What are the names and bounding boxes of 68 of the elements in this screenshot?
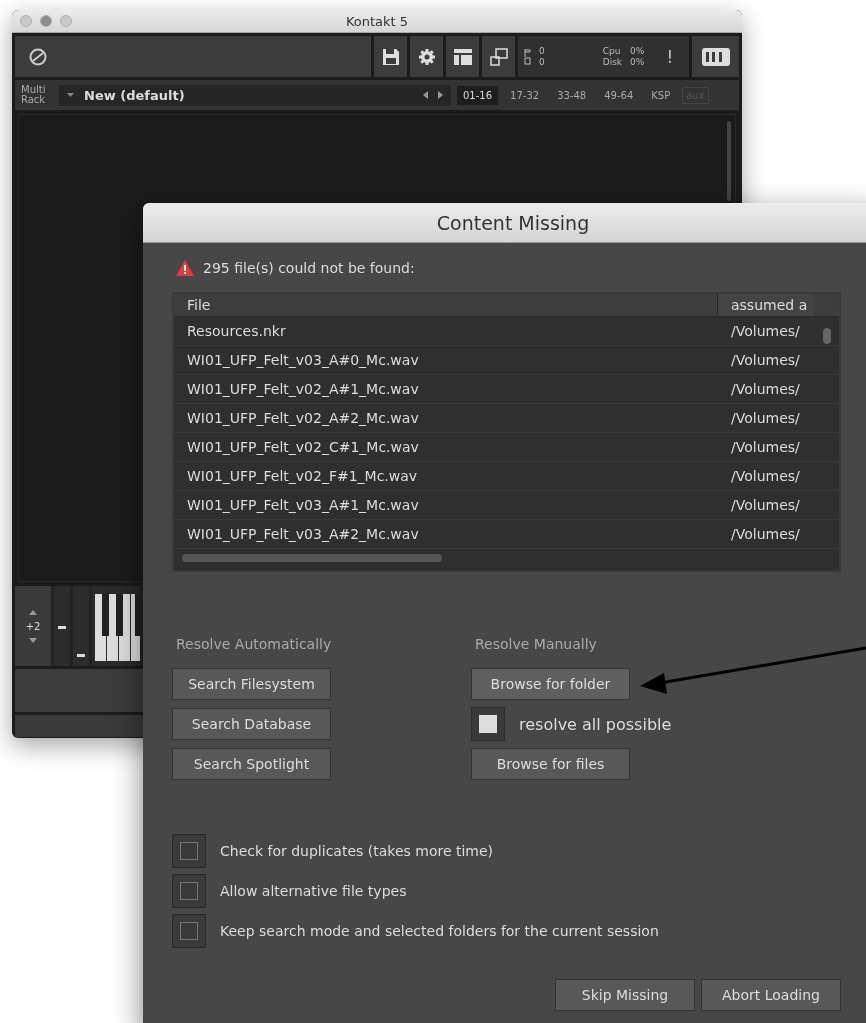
- column-header[interactable]: assumed a: [718, 294, 814, 316]
- window-button[interactable]: [40, 15, 52, 27]
- search-button[interactable]: Search Spotlight: [172, 748, 331, 780]
- section-heading: Resolve Manually: [475, 636, 598, 652]
- section-heading: Resolve Automatically: [176, 636, 333, 652]
- save-icon[interactable]: [381, 47, 400, 66]
- alert-indicator[interactable]: !: [666, 46, 674, 67]
- browse-folder-button[interactable]: Browse for folder: [471, 668, 630, 700]
- rack-tab[interactable]: 01-16: [457, 85, 499, 105]
- table-cell-text: WI01_UFP_Felt_v03_A#2_Mc.wav: [186, 525, 420, 544]
- table-cell-text: /Volumes/: [730, 467, 801, 486]
- checkbox[interactable]: [172, 834, 206, 868]
- scrollbar-thumb[interactable]: [182, 554, 442, 562]
- table-cell-text: /Volumes/: [730, 438, 801, 457]
- table-cell-text: WI01_UFP_Felt_v02_F#1_Mc.wav: [186, 467, 419, 486]
- dialog-button[interactable]: Skip Missing: [555, 979, 695, 1011]
- rack-tab[interactable]: 17-32: [504, 85, 546, 105]
- layout-icon[interactable]: [453, 48, 472, 65]
- table-cell-text: WI01_UFP_Felt_v02_A#1_Mc.wav: [186, 380, 420, 399]
- checkbox-label: Allow alternative file types: [220, 883, 407, 899]
- checkbox-label: Check for duplicates (takes more time): [220, 843, 494, 859]
- table-cell-text: WI01_UFP_Felt_v02_C#1_Mc.wav: [186, 438, 420, 457]
- scrollbar-thumb[interactable]: [823, 328, 831, 344]
- caret-icon: [67, 93, 74, 97]
- table-cell-text: WI01_UFP_Felt_v02_A#2_Mc.wav: [186, 409, 420, 428]
- search-button[interactable]: Search Filesystem: [172, 668, 331, 700]
- search-button[interactable]: Search Database: [172, 708, 331, 740]
- settings-icon[interactable]: [417, 47, 436, 66]
- rack-tab[interactable]: 33-48: [551, 85, 593, 105]
- rack-tab[interactable]: KSP: [645, 85, 677, 105]
- browse-files-button[interactable]: Browse for files: [471, 748, 630, 780]
- rack-tab[interactable]: 49-64: [598, 85, 640, 105]
- cpu-label: Cpu: [602, 45, 622, 57]
- warning-icon: [176, 260, 194, 276]
- octave-value: +2: [25, 620, 41, 632]
- rack-label: Multi Rack: [21, 85, 47, 105]
- next-icon[interactable]: [438, 91, 443, 99]
- checkbox[interactable]: [471, 707, 505, 741]
- voice-count: 0: [539, 56, 545, 68]
- disk-label: Disk: [602, 56, 623, 68]
- previous-icon[interactable]: [423, 91, 428, 99]
- cpu-value: 0%: [630, 45, 645, 57]
- table-cell-text: /Volumes/: [730, 380, 801, 399]
- table-cell-text: /Volumes/: [730, 322, 801, 341]
- disk-value: 0%: [630, 56, 645, 68]
- dialog-button[interactable]: Abort Loading: [701, 979, 841, 1011]
- down-icon[interactable]: [29, 637, 37, 643]
- brand-logo-icon: [701, 47, 730, 66]
- preset-selector[interactable]: New (default): [59, 84, 451, 106]
- dialog-title: Content Missing: [436, 211, 590, 234]
- table-cell-text: Resources.nkr: [186, 322, 287, 341]
- keyboard-drawing[interactable]: [92, 586, 140, 666]
- table-cell-text: /Volumes/: [730, 351, 801, 370]
- table-cell-text: /Volumes/: [730, 525, 801, 544]
- table-cell-text: /Volumes/: [730, 409, 801, 428]
- logo-icon: [29, 47, 47, 66]
- table-cell-text: WI01_UFP_Felt_v03_A#1_Mc.wav: [186, 496, 420, 515]
- window-title: Kontakt 5: [345, 13, 409, 29]
- up-icon[interactable]: [29, 609, 37, 615]
- table-cell-text: /Volumes/: [730, 496, 801, 515]
- checkbox-label: Keep search mode and selected folders for the current session: [220, 923, 659, 939]
- table-cell-text: WI01_UFP_Felt_v03_A#0_Mc.wav: [186, 351, 420, 370]
- midi-count: 0: [539, 45, 545, 57]
- warning-message: 295 file(s) could not be found:: [203, 260, 415, 276]
- checkbox[interactable]: [172, 874, 206, 908]
- resize-icon[interactable]: [489, 47, 508, 66]
- checkbox[interactable]: [172, 914, 206, 948]
- checkbox-label: resolve all possible: [519, 714, 672, 734]
